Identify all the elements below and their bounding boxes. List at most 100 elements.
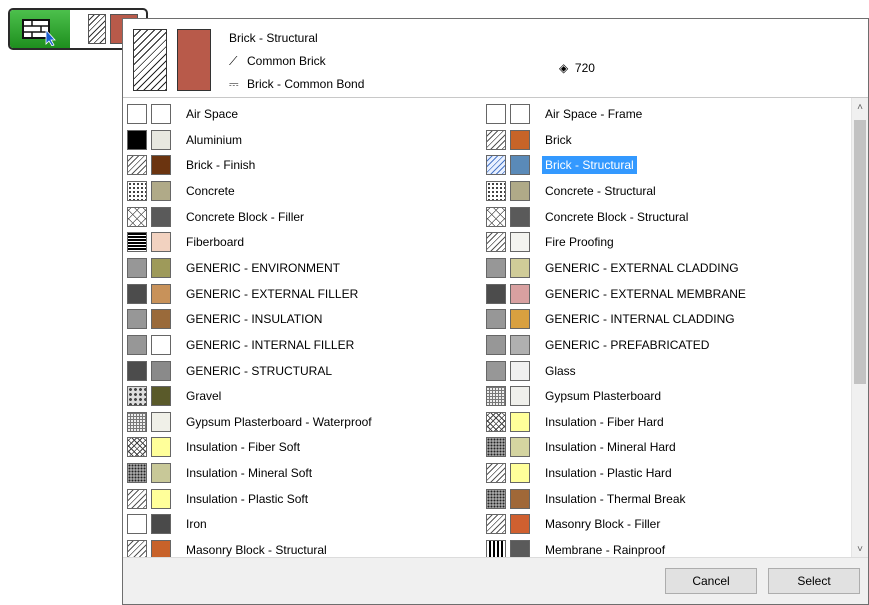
material-name: Fire Proofing bbox=[545, 235, 614, 250]
material-name: GENERIC - INSULATION bbox=[186, 312, 323, 327]
fill-pattern-swatch bbox=[127, 334, 147, 355]
material-row[interactable]: Gravel bbox=[127, 384, 224, 408]
material-name: Gypsum Plasterboard bbox=[545, 389, 662, 404]
material-name: GENERIC - PREFABRICATED bbox=[545, 337, 710, 352]
material-row[interactable]: GENERIC - STRUCTURAL bbox=[127, 359, 335, 383]
surface-color-swatch bbox=[510, 309, 530, 330]
surface-color-swatch bbox=[510, 463, 530, 484]
surface-color-swatch bbox=[151, 283, 171, 304]
fill-pattern-swatch bbox=[486, 463, 506, 484]
selected-color-preview bbox=[177, 29, 211, 91]
building-material-dialog: Brick - Structural ⟋ Common Brick ⎓ Brick … bbox=[122, 18, 869, 605]
material-row[interactable]: GENERIC - INSULATION bbox=[127, 307, 325, 331]
material-row[interactable]: GENERIC - INTERNAL CLADDING bbox=[486, 307, 738, 331]
fill-pattern-swatch bbox=[127, 411, 147, 432]
selected-fill-preview bbox=[133, 29, 167, 91]
surface-color-swatch bbox=[510, 411, 530, 432]
material-list[interactable]: Air Space Aluminium Brick - Finish Concrete… bbox=[123, 98, 853, 560]
fill-pattern-swatch bbox=[127, 437, 147, 458]
surface-color-swatch bbox=[510, 232, 530, 253]
material-row[interactable]: Insulation - Fiber Soft bbox=[127, 435, 303, 459]
material-row[interactable]: Concrete bbox=[127, 179, 238, 203]
surface-color-swatch bbox=[151, 309, 171, 330]
fill-pattern-swatch bbox=[127, 104, 147, 124]
material-name: Fiberboard bbox=[186, 235, 245, 250]
material-row[interactable]: Insulation - Mineral Hard bbox=[486, 435, 679, 459]
select-button[interactable]: Select bbox=[768, 568, 860, 594]
material-row[interactable]: Brick - Structural bbox=[486, 153, 637, 177]
material-row[interactable]: Concrete - Structural bbox=[486, 179, 659, 203]
material-row[interactable]: Insulation - Thermal Break bbox=[486, 487, 689, 511]
material-row[interactable]: Gypsum Plasterboard - Waterproof bbox=[127, 410, 375, 434]
material-row[interactable]: GENERIC - EXTERNAL MEMBRANE bbox=[486, 282, 749, 306]
fill-pattern-swatch bbox=[486, 309, 506, 330]
material-row[interactable]: Brick bbox=[486, 128, 575, 152]
material-name: Gravel bbox=[186, 389, 222, 404]
fill-pattern-icon: ⟋ bbox=[229, 54, 238, 68]
scroll-thumb[interactable] bbox=[854, 120, 866, 384]
material-row[interactable]: Air Space - Frame bbox=[486, 102, 645, 126]
surface-color-swatch bbox=[151, 104, 171, 124]
material-name: Concrete Block - Filler bbox=[186, 209, 305, 224]
material-row[interactable]: Fire Proofing bbox=[486, 230, 617, 254]
surface-color-swatch bbox=[510, 180, 530, 201]
list-scrollbar[interactable]: ˄ ˅ bbox=[851, 98, 868, 560]
material-name: Air Space bbox=[186, 107, 239, 121]
material-row[interactable]: Masonry Block - Filler bbox=[486, 512, 663, 536]
material-row[interactable]: Glass bbox=[486, 359, 579, 383]
material-name: GENERIC - ENVIRONMENT bbox=[186, 260, 341, 275]
material-name: GENERIC - STRUCTURAL bbox=[186, 363, 333, 378]
material-row[interactable]: Concrete Block - Structural bbox=[486, 205, 691, 229]
material-row[interactable]: Aluminium bbox=[127, 128, 245, 152]
material-row[interactable]: GENERIC - ENVIRONMENT bbox=[127, 256, 343, 280]
material-row[interactable]: GENERIC - EXTERNAL FILLER bbox=[127, 282, 361, 306]
surface-name: Brick - Common Bond bbox=[247, 77, 365, 91]
priority-readout: ◈ 720 bbox=[559, 61, 595, 75]
fill-pattern-swatch bbox=[486, 411, 506, 432]
fill-pattern-swatch bbox=[486, 232, 506, 253]
fill-pattern-swatch bbox=[127, 180, 147, 201]
fill-pattern-swatch bbox=[486, 360, 506, 381]
material-row[interactable]: Insulation - Plastic Soft bbox=[127, 487, 311, 511]
material-row[interactable]: Fiberboard bbox=[127, 230, 247, 254]
material-row[interactable]: Insulation - Plastic Hard bbox=[486, 461, 675, 485]
material-row[interactable]: Iron bbox=[127, 512, 210, 536]
fill-pattern-swatch bbox=[127, 488, 147, 509]
material-row[interactable]: Brick - Finish bbox=[127, 153, 258, 177]
material-row[interactable]: Air Space bbox=[127, 102, 241, 126]
fill-pattern-swatch bbox=[486, 257, 506, 278]
building-material-tool-icon bbox=[10, 10, 70, 48]
material-name: Insulation - Fiber Hard bbox=[545, 414, 664, 429]
material-name: Gypsum Plasterboard - Waterproof bbox=[186, 414, 372, 429]
material-row[interactable]: Insulation - Mineral Soft bbox=[127, 461, 315, 485]
fill-pattern-swatch bbox=[127, 257, 147, 278]
material-row[interactable]: GENERIC - INTERNAL FILLER bbox=[127, 333, 357, 357]
surface-color-swatch bbox=[510, 257, 530, 278]
material-name: Masonry Block - Filler bbox=[545, 517, 661, 532]
surface-color-swatch bbox=[151, 206, 171, 227]
surface-color-swatch bbox=[510, 334, 530, 355]
material-name: Insulation - Mineral Hard bbox=[545, 440, 676, 455]
material-name: GENERIC - EXTERNAL FILLER bbox=[186, 286, 359, 301]
fill-pattern-swatch bbox=[127, 283, 147, 304]
surface-color-swatch bbox=[151, 257, 171, 278]
priority-diamond-icon: ◈ bbox=[559, 61, 569, 75]
fill-name: Common Brick bbox=[247, 54, 326, 68]
surface-color-swatch bbox=[510, 514, 530, 535]
surface-color-swatch bbox=[151, 386, 171, 407]
surface-color-swatch bbox=[151, 360, 171, 381]
cancel-button[interactable]: Cancel bbox=[665, 568, 757, 594]
fill-pattern-swatch bbox=[127, 514, 147, 535]
selected-material-name: Brick - Structural bbox=[229, 31, 318, 45]
scroll-up-arrow-icon[interactable]: ˄ bbox=[852, 100, 868, 116]
dialog-footer: Cancel Select bbox=[123, 557, 868, 604]
material-row[interactable]: Gypsum Plasterboard bbox=[486, 384, 664, 408]
scroll-down-arrow-icon[interactable]: ˅ bbox=[852, 542, 868, 558]
material-row[interactable]: Insulation - Fiber Hard bbox=[486, 410, 667, 434]
surface-color-swatch bbox=[510, 104, 530, 124]
fill-pattern-swatch bbox=[486, 488, 506, 509]
material-row[interactable]: GENERIC - EXTERNAL CLADDING bbox=[486, 256, 742, 280]
material-row[interactable]: Concrete Block - Filler bbox=[127, 205, 307, 229]
fill-pattern-swatch bbox=[127, 463, 147, 484]
material-row[interactable]: GENERIC - PREFABRICATED bbox=[486, 333, 712, 357]
